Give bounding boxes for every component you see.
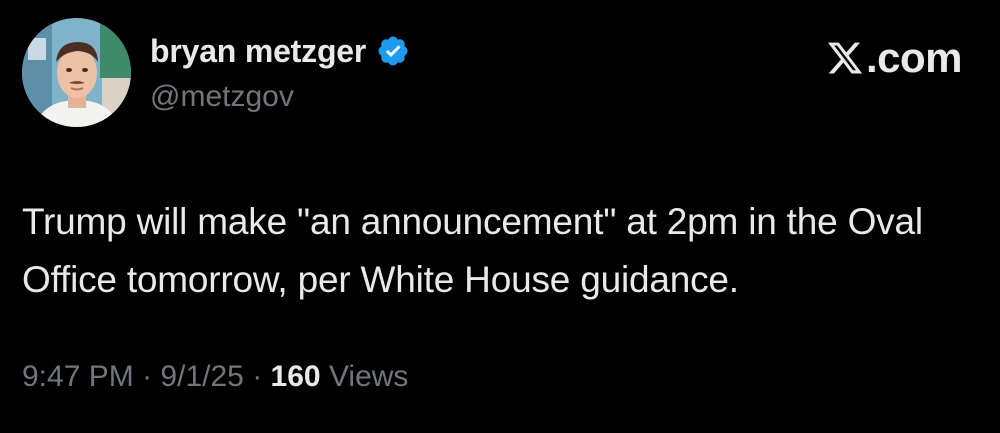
user-handle[interactable]: @metzgov [150,80,410,114]
views-label: Views [328,360,409,393]
verified-badge-icon [376,34,410,68]
brand-watermark: .com [826,34,963,82]
name-row: bryan metzger [150,30,410,72]
meta-separator: · [252,360,263,393]
views-count: 160 [270,360,321,393]
tweet-card: bryan metzger @metzgov .com Trump will m… [0,0,1000,433]
brand-domain: .com [865,34,963,81]
tweet-text: Trump will make "an announcement" at 2pm… [22,201,923,300]
x-logo-icon [826,39,864,77]
tweet-meta: 9:47 PM · 9/1/25 · 160 Views [22,360,408,394]
display-name[interactable]: bryan metzger [150,33,366,70]
tweet-time[interactable]: 9:47 PM [22,360,134,394]
meta-separator: · [142,360,153,393]
avatar[interactable] [22,18,131,127]
tweet-date[interactable]: 9/1/25 [160,360,243,394]
author-block: bryan metzger @metzgov [150,30,410,114]
